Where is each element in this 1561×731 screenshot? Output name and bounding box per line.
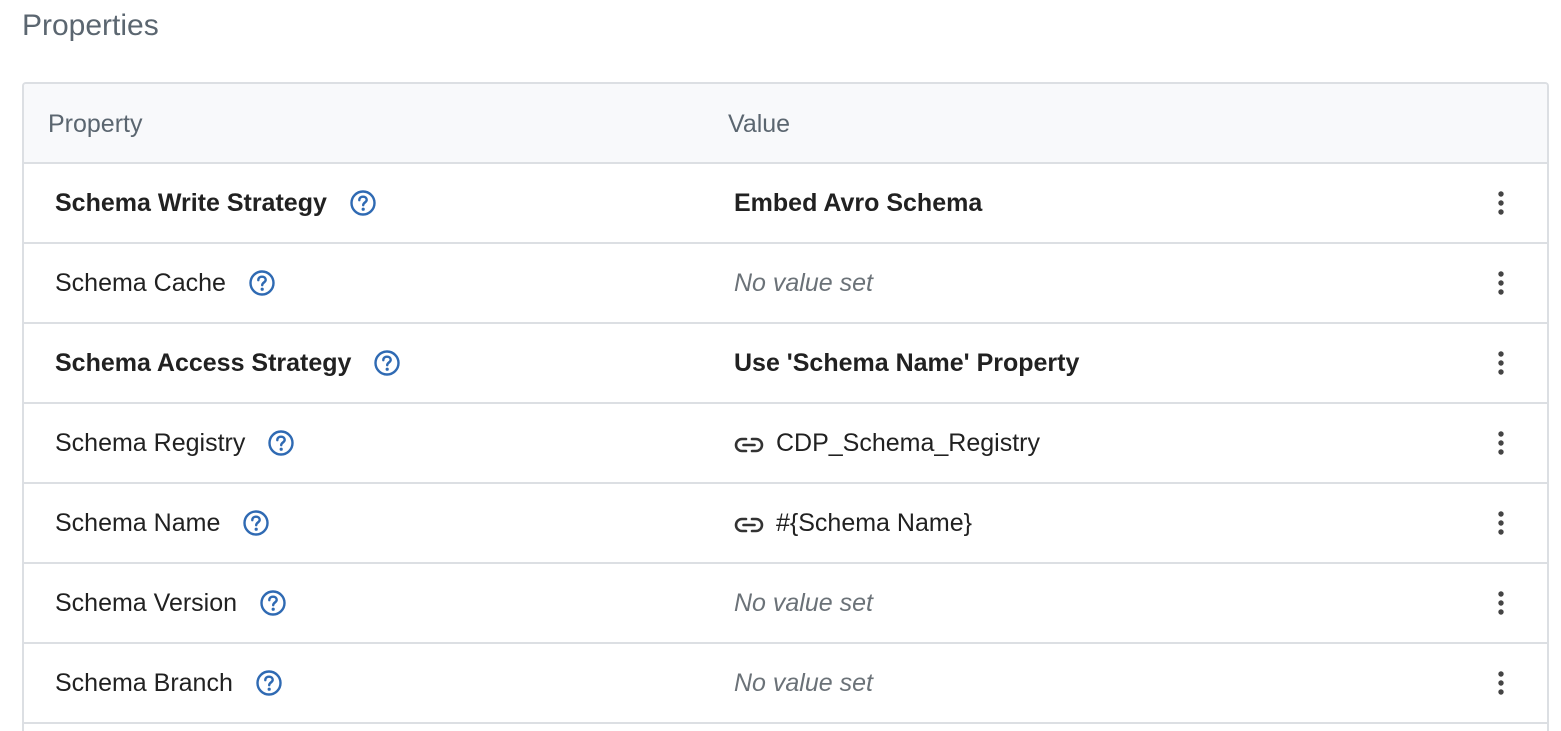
help-icon[interactable] — [248, 269, 276, 297]
table-row: Schema Name #{Schema Name} — [24, 484, 1547, 564]
property-value: CDP_Schema_Registry — [776, 428, 1040, 457]
property-name-cell: Schema Name — [55, 484, 270, 562]
table-row: Schema Access Strategy Use 'Schema Name' … — [24, 324, 1547, 404]
property-name: Schema Version — [55, 588, 238, 617]
property-name: Schema Name — [55, 508, 221, 537]
property-value-cell: No value set — [734, 644, 873, 722]
property-name: Schema Registry — [55, 428, 246, 457]
property-value: No value set — [734, 588, 873, 617]
help-icon[interactable] — [267, 429, 295, 457]
table-row: Schema Cache No value set — [24, 244, 1547, 324]
more-vertical-icon[interactable] — [1488, 266, 1514, 300]
table-row: Schema Write Strategy Embed Avro Schema — [24, 164, 1547, 244]
property-name: Schema Access Strategy — [55, 348, 352, 377]
property-name-cell: Schema Access Strategy — [55, 324, 401, 402]
more-vertical-icon[interactable] — [1488, 586, 1514, 620]
more-vertical-icon[interactable] — [1488, 426, 1514, 460]
table-row: Schema Version No value set — [24, 564, 1547, 644]
property-name-cell: Schema Write Strategy — [55, 164, 377, 242]
property-value-cell: #{Schema Name} — [734, 484, 972, 562]
help-icon[interactable] — [373, 349, 401, 377]
link-icon — [734, 513, 764, 533]
property-name: Schema Cache — [55, 268, 226, 297]
property-name: Schema Branch — [55, 668, 233, 697]
property-value: No value set — [734, 268, 873, 297]
more-vertical-icon[interactable] — [1488, 346, 1514, 380]
property-value-cell: No value set — [734, 244, 873, 322]
help-icon[interactable] — [255, 669, 283, 697]
help-icon[interactable] — [349, 189, 377, 217]
help-icon[interactable] — [242, 509, 270, 537]
property-name-cell: Schema Registry — [55, 404, 295, 482]
property-value-cell: Embed Avro Schema — [734, 164, 982, 242]
more-vertical-icon[interactable] — [1488, 666, 1514, 700]
property-value: No value set — [734, 668, 873, 697]
property-value-cell: CDP_Schema_Registry — [734, 404, 1040, 482]
property-name-cell: Schema Cache — [55, 244, 276, 322]
table-body: Schema Write Strategy Embed Avro Schema Sc… — [24, 164, 1547, 724]
property-name-cell: Schema Branch — [55, 644, 283, 722]
column-header-value: Value — [728, 110, 791, 138]
section-title: Properties — [22, 9, 159, 42]
property-name-cell: Schema Version — [55, 564, 287, 642]
column-header-property: Property — [48, 110, 143, 138]
more-vertical-icon[interactable] — [1488, 506, 1514, 540]
property-value: Use 'Schema Name' Property — [734, 348, 1080, 377]
property-value-cell: No value set — [734, 564, 873, 642]
link-icon — [734, 433, 764, 453]
property-value-cell: Use 'Schema Name' Property — [734, 324, 1079, 402]
table-header: Property Value — [24, 84, 1547, 164]
table-row: Schema Registry CDP_Schema_Registry — [24, 404, 1547, 484]
properties-table: Property Value Schema Write Strategy Embe… — [22, 82, 1549, 731]
help-icon[interactable] — [259, 589, 287, 617]
property-value: #{Schema Name} — [776, 508, 972, 537]
more-vertical-icon[interactable] — [1488, 186, 1514, 220]
property-value: Embed Avro Schema — [734, 188, 983, 217]
table-row: Schema Branch No value set — [24, 644, 1547, 724]
property-name: Schema Write Strategy — [55, 188, 327, 217]
properties-page: Properties Property Value Schema Write S… — [0, 0, 1561, 731]
